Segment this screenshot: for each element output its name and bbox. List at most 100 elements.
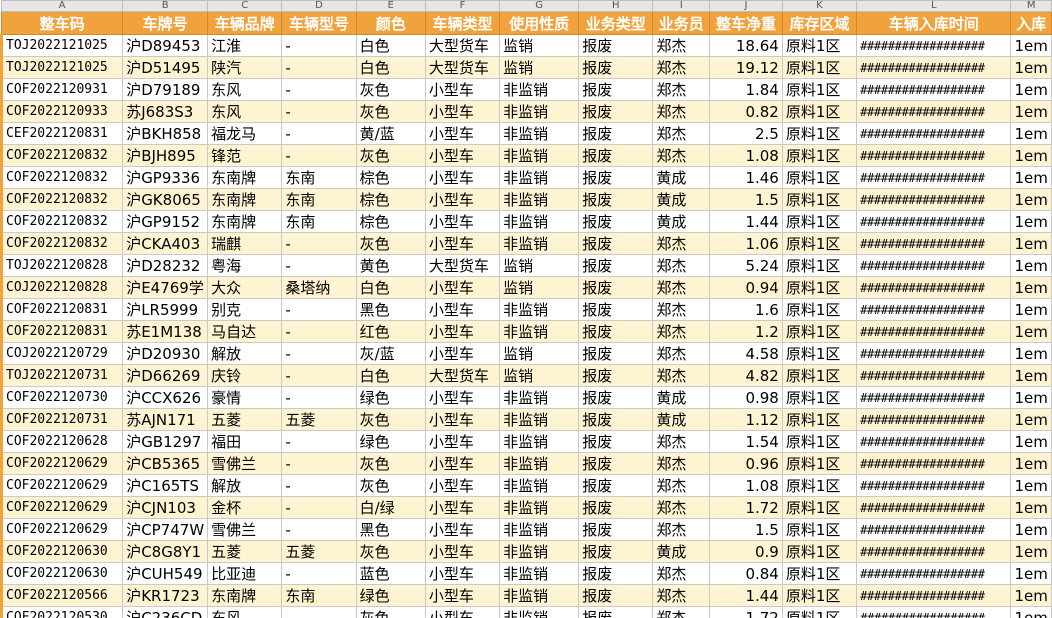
table-cell[interactable]: 东南牌 (207, 584, 283, 607)
table-cell[interactable]: 江淮 (207, 34, 283, 57)
table-cell[interactable]: 原料1区 (781, 56, 858, 79)
table-cell[interactable]: 郑杰 (652, 100, 711, 123)
table-cell[interactable]: 非监销 (499, 474, 580, 497)
table-cell[interactable]: 粤海 (207, 254, 283, 277)
table-cell[interactable]: 棕色 (355, 210, 426, 233)
table-cell[interactable]: 郑杰 (652, 518, 711, 541)
table-cell[interactable]: 小型车 (424, 408, 501, 431)
spreadsheet-grid[interactable]: A B C D E F G H I J K L M 整车码 车牌号 车辆品牌 车辆型号 颜色 车辆类型 使用性质 业务类… (0, 0, 1052, 618)
table-cell[interactable]: 报废 (578, 518, 654, 541)
table-cell[interactable]: 东风 (207, 606, 283, 618)
table-cell[interactable]: 1em (1010, 562, 1052, 585)
table-cell[interactable]: 沪D51495 (122, 56, 209, 79)
table-cell[interactable]: 报废 (578, 364, 654, 387)
table-cell[interactable]: 监销 (499, 34, 580, 57)
table-cell[interactable]: 非监销 (499, 144, 580, 167)
table-cell[interactable]: 报废 (578, 606, 654, 618)
table-cell[interactable]: 非监销 (499, 386, 580, 409)
table-cell[interactable]: 18.64 (709, 34, 783, 57)
table-cell[interactable]: - (281, 452, 357, 475)
table-cell[interactable]: 郑杰 (652, 78, 711, 101)
table-cell[interactable]: 19.12 (709, 56, 783, 79)
table-cell[interactable]: 原料1区 (781, 34, 858, 57)
table-cell[interactable]: 小型车 (424, 320, 501, 343)
table-cell[interactable]: ################## (856, 210, 1012, 233)
table-cell[interactable]: 原料1区 (781, 496, 858, 519)
table-cell[interactable]: 豪情 (207, 386, 283, 409)
table-cell[interactable]: 小型车 (424, 430, 501, 453)
header-cell[interactable]: 车辆入库时间 (856, 11, 1012, 35)
table-cell[interactable]: - (281, 562, 357, 585)
table-cell[interactable]: COF2022120831 (0, 298, 124, 321)
table-cell[interactable]: 0.84 (709, 562, 783, 585)
table-cell[interactable]: - (281, 386, 357, 409)
table-cell[interactable]: 郑杰 (652, 496, 711, 519)
table-cell[interactable]: 白色 (355, 56, 426, 79)
table-cell[interactable]: 非监销 (499, 166, 580, 189)
table-cell[interactable]: ################## (856, 100, 1012, 123)
header-cell[interactable]: 车辆品牌 (207, 11, 283, 35)
table-cell[interactable]: - (281, 364, 357, 387)
table-cell[interactable]: 原料1区 (781, 210, 858, 233)
table-cell[interactable]: 沪CP747W (122, 518, 209, 541)
table-cell[interactable]: 黄成 (652, 188, 711, 211)
table-cell[interactable]: 原料1区 (781, 518, 858, 541)
table-cell[interactable]: 郑杰 (652, 320, 711, 343)
table-cell[interactable]: - (281, 100, 357, 123)
table-cell[interactable]: 沪CUH549 (122, 562, 209, 585)
table-cell[interactable]: 棕色 (355, 166, 426, 189)
table-cell[interactable]: 沪CKA403 (122, 232, 209, 255)
column-letter[interactable]: K (781, 0, 858, 12)
table-cell[interactable]: 沪C165TS (122, 474, 209, 497)
table-cell[interactable]: 黄色 (355, 254, 426, 277)
table-cell[interactable]: COF2022120931 (0, 78, 124, 101)
table-cell[interactable]: 监销 (499, 364, 580, 387)
table-cell[interactable]: 郑杰 (652, 606, 711, 618)
table-cell[interactable]: 小型车 (424, 144, 501, 167)
table-cell[interactable]: 报废 (578, 232, 654, 255)
table-cell[interactable]: 1em (1010, 298, 1052, 321)
table-cell[interactable]: 1em (1010, 276, 1052, 299)
table-cell[interactable]: 1em (1010, 606, 1052, 618)
table-cell[interactable]: 沪D28232 (122, 254, 209, 277)
table-cell[interactable]: 1em (1010, 386, 1052, 409)
table-cell[interactable]: COF2022120530 (0, 606, 124, 618)
table-cell[interactable]: ################## (856, 474, 1012, 497)
table-cell[interactable]: 沪C236CD (122, 606, 209, 618)
table-cell[interactable]: 报废 (578, 452, 654, 475)
table-cell[interactable]: 沪D66269 (122, 364, 209, 387)
table-cell[interactable]: 沪GB1297 (122, 430, 209, 453)
table-cell[interactable]: 东南 (281, 210, 357, 233)
table-cell[interactable]: 原料1区 (781, 232, 858, 255)
table-cell[interactable]: - (281, 496, 357, 519)
table-cell[interactable]: 大型货车 (424, 34, 501, 57)
table-cell[interactable]: 非监销 (499, 518, 580, 541)
table-cell[interactable]: COF2022120832 (0, 166, 124, 189)
table-cell[interactable]: 灰色 (355, 452, 426, 475)
table-cell[interactable]: 监销 (499, 254, 580, 277)
header-cell[interactable]: 颜色 (355, 11, 426, 35)
table-cell[interactable]: 原料1区 (781, 430, 858, 453)
table-cell[interactable]: ################## (856, 386, 1012, 409)
table-cell[interactable]: - (281, 474, 357, 497)
table-cell[interactable]: COJ2022120828 (0, 276, 124, 299)
table-cell[interactable]: 沪D20930 (122, 342, 209, 365)
table-cell[interactable]: 4.82 (709, 364, 783, 387)
table-cell[interactable]: 报废 (578, 320, 654, 343)
table-cell[interactable]: 灰/蓝 (355, 342, 426, 365)
table-cell[interactable]: 非监销 (499, 78, 580, 101)
table-cell[interactable]: ################## (856, 496, 1012, 519)
column-letter[interactable]: J (709, 0, 783, 12)
table-cell[interactable]: 解放 (207, 474, 283, 497)
table-cell[interactable]: 红色 (355, 320, 426, 343)
table-cell[interactable]: 报废 (578, 408, 654, 431)
table-cell[interactable]: 黑色 (355, 298, 426, 321)
table-cell[interactable]: 黄成 (652, 408, 711, 431)
table-cell[interactable]: 大众 (207, 276, 283, 299)
table-cell[interactable]: 1em (1010, 166, 1052, 189)
table-cell[interactable]: 报废 (578, 386, 654, 409)
table-cell[interactable]: CEF2022120831 (0, 122, 124, 145)
table-cell[interactable]: 五菱 (207, 540, 283, 563)
column-letter[interactable]: M (1010, 0, 1052, 12)
table-cell[interactable]: 桑塔纳 (281, 276, 357, 299)
